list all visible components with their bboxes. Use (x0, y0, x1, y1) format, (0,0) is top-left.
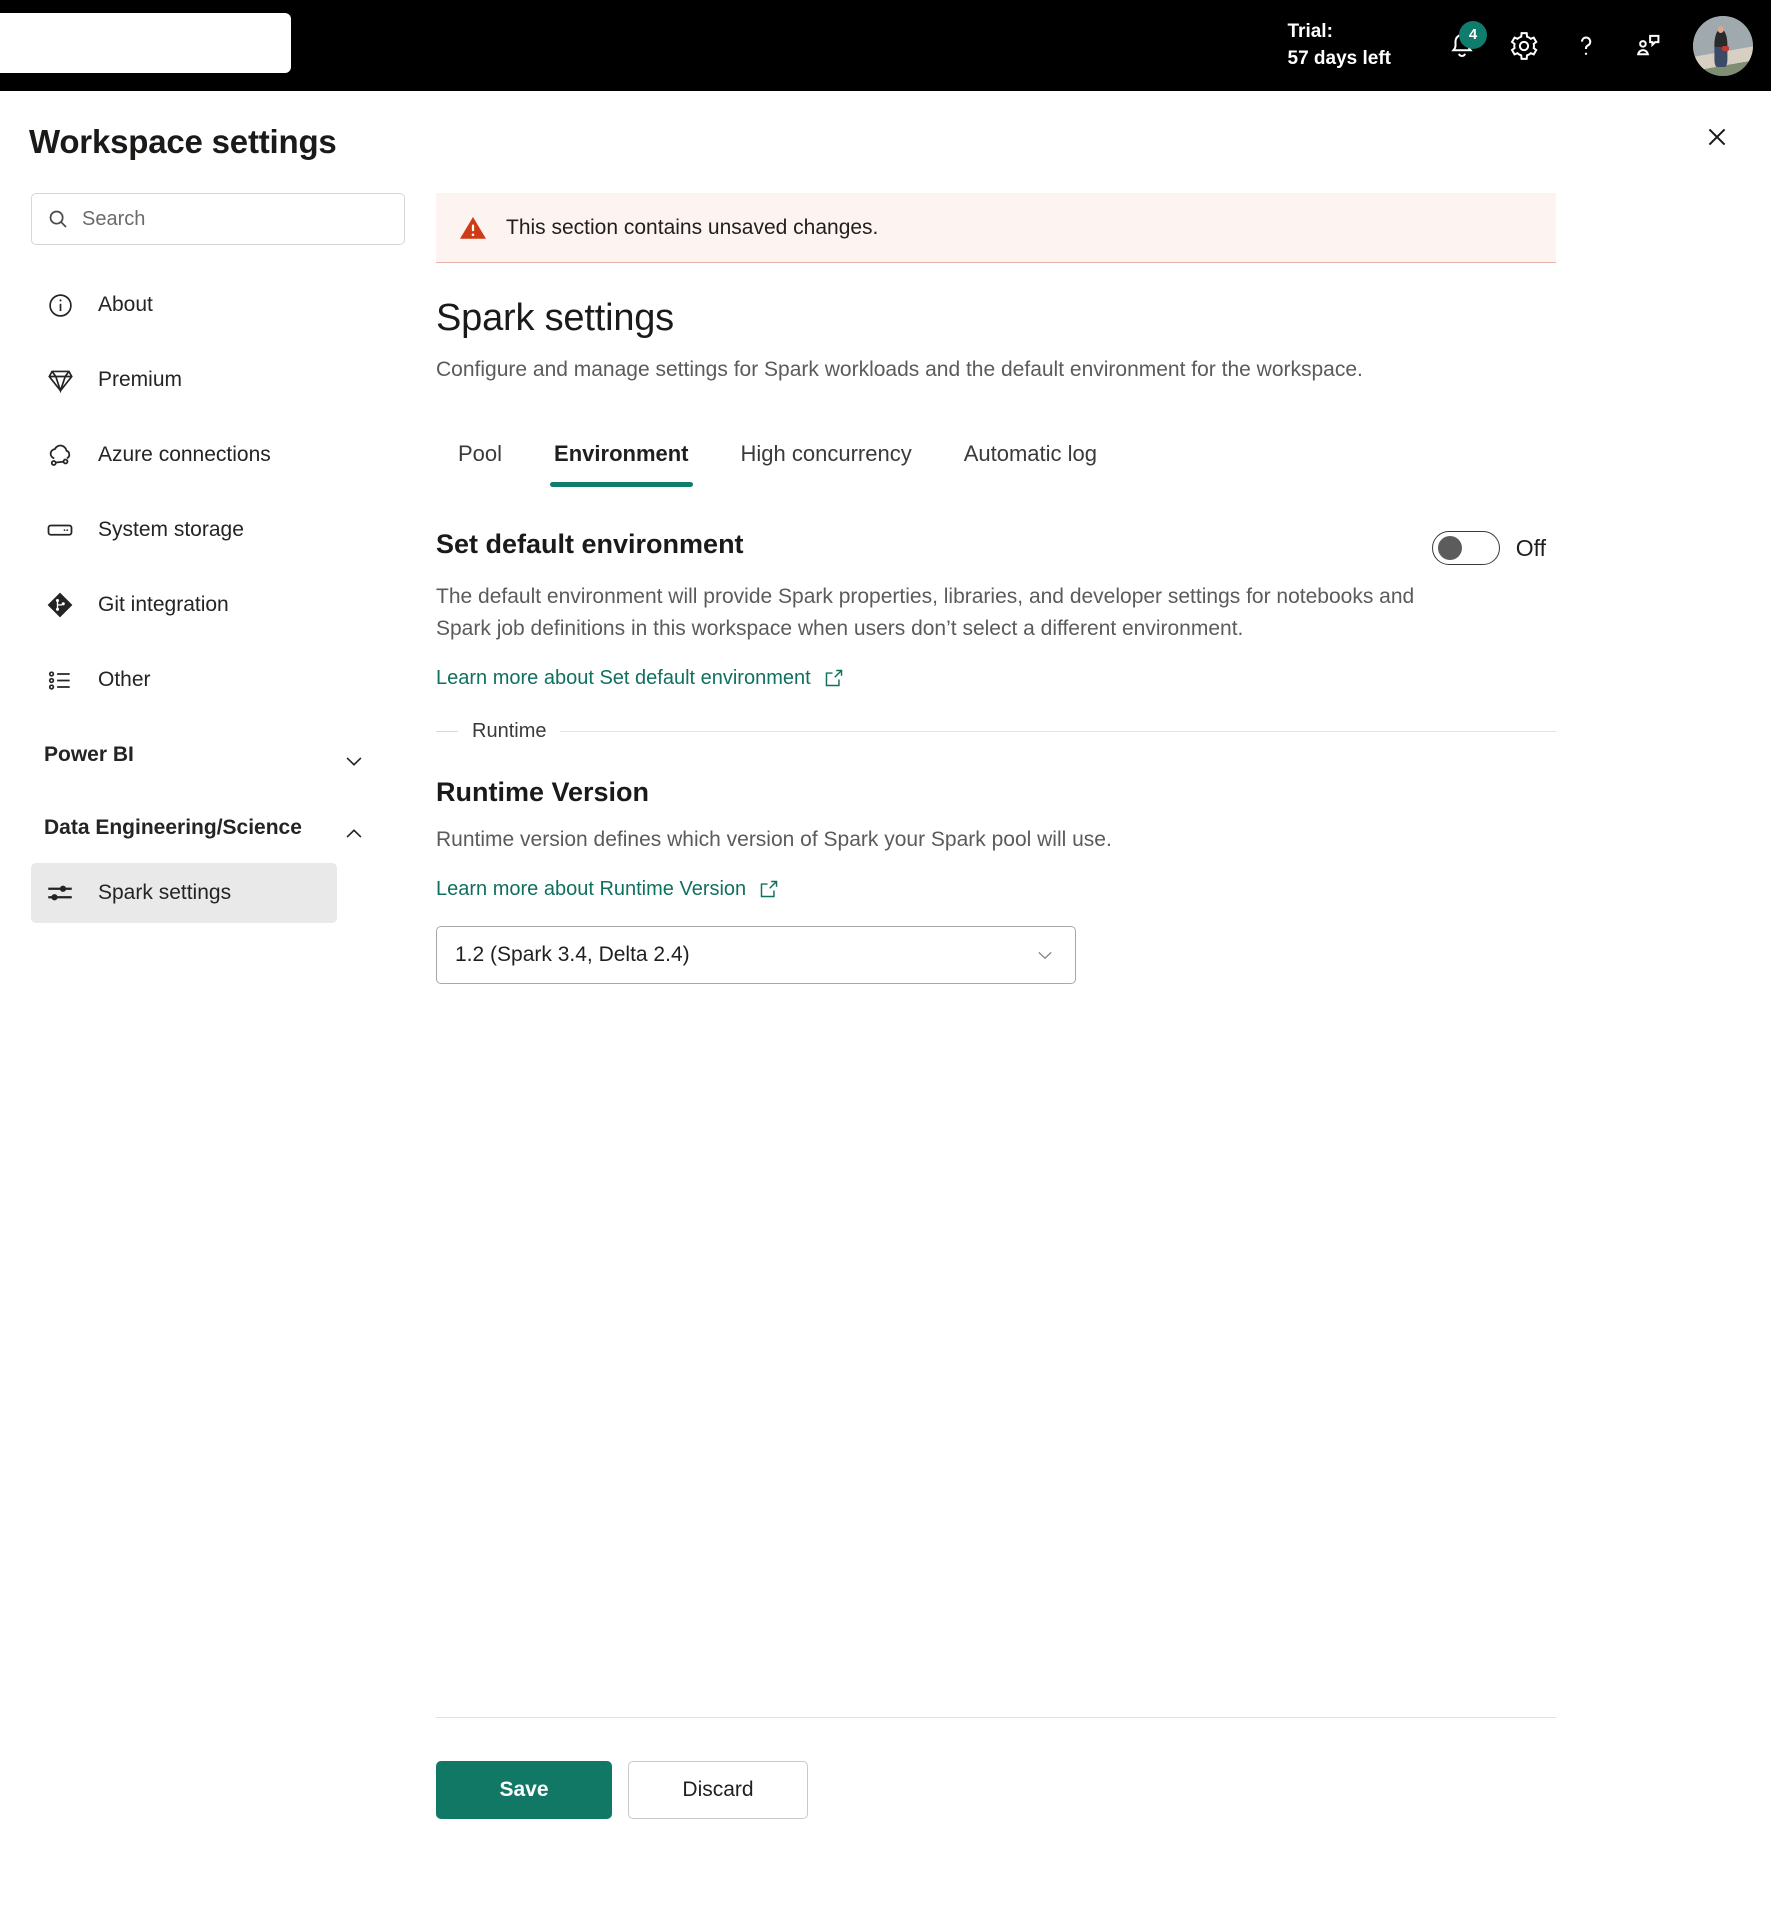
runtime-divider: Runtime (436, 720, 1556, 743)
runtime-version-select[interactable]: 1.2 (Spark 3.4, Delta 2.4) (436, 925, 1076, 984)
open-in-new-icon (825, 670, 842, 687)
tab-high-concurrency[interactable]: High concurrency (715, 433, 938, 487)
page-title: Workspace settings (29, 123, 337, 160)
brand-logo-placeholder[interactable] (0, 13, 291, 73)
sidebar-nav-list: About Premium Azure connections System s… (31, 279, 381, 706)
sidebar-item-azure-connections[interactable]: Azure connections (31, 429, 381, 481)
runtime-version-selected-value: 1.2 (Spark 3.4, Delta 2.4) (455, 942, 690, 966)
feedback-button[interactable] (1617, 15, 1679, 77)
sidebar-group-label: Data Engineering/Science (44, 816, 302, 839)
sidebar-item-other[interactable]: Other (31, 654, 381, 706)
default-environment-header-row: Set default environment Off (436, 529, 1556, 566)
runtime-version-heading: Runtime Version (436, 776, 650, 807)
sidebar-group-power-bi[interactable]: Power BI (31, 740, 381, 779)
main-content: This section contains unsaved changes. S… (436, 193, 1556, 1925)
sidebar-item-label: About (98, 293, 153, 316)
sidebar-group-label: Power BI (44, 743, 134, 766)
search-input[interactable] (82, 207, 390, 231)
list-icon (44, 664, 76, 696)
sidebar-item-label: System storage (98, 518, 244, 541)
close-button[interactable] (1691, 111, 1743, 163)
sidebar-item-premium[interactable]: Premium (31, 354, 381, 406)
unsaved-changes-banner: This section contains unsaved changes. (436, 193, 1556, 263)
trial-status: Trial: 57 days left (1288, 19, 1392, 73)
avatar-bag-shape (1722, 46, 1729, 51)
cloud-link-icon (44, 439, 76, 471)
trial-days-left: 57 days left (1287, 47, 1392, 69)
footer-actions: Save Discard (436, 1761, 808, 1819)
toggle-state-label: Off (1515, 534, 1546, 561)
learn-more-default-environment-text: Learn more about Set default environment (436, 666, 811, 689)
sliders-icon (44, 877, 76, 909)
sidebar-item-system-storage[interactable]: System storage (31, 504, 381, 556)
chevron-down-icon (1033, 943, 1057, 967)
sidebar-item-label: Git integration (98, 593, 229, 616)
tab-list: Pool Environment High concurrency Automa… (436, 433, 1556, 488)
default-environment-toggle-wrap: Off (1431, 531, 1546, 566)
search-box[interactable] (31, 193, 405, 245)
question-mark-icon (1580, 36, 1592, 55)
tab-environment[interactable]: Environment (528, 433, 714, 488)
sidebar-item-label: Spark settings (98, 881, 232, 904)
chevron-down-icon (341, 748, 367, 779)
section-subtitle: Configure and manage settings for Spark … (436, 358, 1363, 381)
diamond-icon (44, 364, 76, 396)
runtime-divider-label: Runtime (472, 719, 547, 742)
search-icon (46, 207, 70, 231)
trial-label: Trial: (1287, 20, 1333, 42)
learn-more-runtime-version-link[interactable]: Learn more about Runtime Version (436, 878, 780, 901)
sidebar-item-label: Azure connections (98, 443, 271, 466)
sidebar-item-label: Premium (98, 368, 183, 391)
top-app-bar: Trial: 57 days left 4 (0, 0, 1771, 91)
sidebar-item-spark-settings[interactable]: Spark settings (31, 863, 337, 923)
default-environment-heading: Set default environment (436, 529, 744, 560)
topbar-actions: Trial: 57 days left 4 (1288, 0, 1753, 91)
panel-header: Workspace settings (0, 91, 1771, 181)
tab-pool[interactable]: Pool (436, 433, 528, 487)
storage-icon (44, 514, 76, 546)
gear-icon (1510, 31, 1538, 60)
footer-divider (436, 1717, 1556, 1718)
close-icon (1708, 128, 1726, 146)
avatar-head-shape (1717, 25, 1724, 34)
runtime-version-description: Runtime version defines which version of… (436, 827, 1112, 851)
sidebar-item-git-integration[interactable]: Git integration (31, 579, 381, 631)
divider-stub (436, 730, 458, 732)
help-button[interactable] (1555, 15, 1617, 77)
sidebar-item-label: Other (98, 668, 151, 691)
default-environment-toggle[interactable] (1431, 531, 1500, 566)
sidebar-group-data-engineering-science[interactable]: Data Engineering/Science (31, 813, 381, 852)
toggle-knob (1437, 536, 1462, 561)
chevron-up-icon (341, 821, 367, 852)
open-in-new-icon (760, 881, 778, 898)
notifications-button[interactable]: 4 (1431, 15, 1493, 77)
tab-automatic-log[interactable]: Automatic log (938, 433, 1123, 487)
save-button[interactable]: Save (436, 1761, 612, 1819)
discard-button[interactable]: Discard (628, 1761, 808, 1819)
avatar[interactable] (1693, 15, 1753, 76)
info-circle-icon (44, 289, 76, 321)
warning-triangle-icon (458, 213, 488, 243)
feedback-icon (1636, 34, 1660, 55)
notification-count-badge: 4 (1459, 20, 1487, 49)
sidebar-item-about[interactable]: About (31, 279, 381, 331)
section-title: Spark settings (436, 297, 674, 339)
divider-line (560, 730, 1556, 732)
settings-sidebar: About Premium Azure connections (0, 193, 412, 1925)
banner-text: This section contains unsaved changes. (506, 215, 879, 239)
git-icon (44, 589, 76, 621)
default-environment-description: The default environment will provide Spa… (436, 585, 1415, 640)
settings-button[interactable] (1493, 15, 1555, 77)
learn-more-runtime-version-text: Learn more about Runtime Version (436, 877, 747, 900)
learn-more-default-environment-link[interactable]: Learn more about Set default environment (436, 667, 845, 690)
